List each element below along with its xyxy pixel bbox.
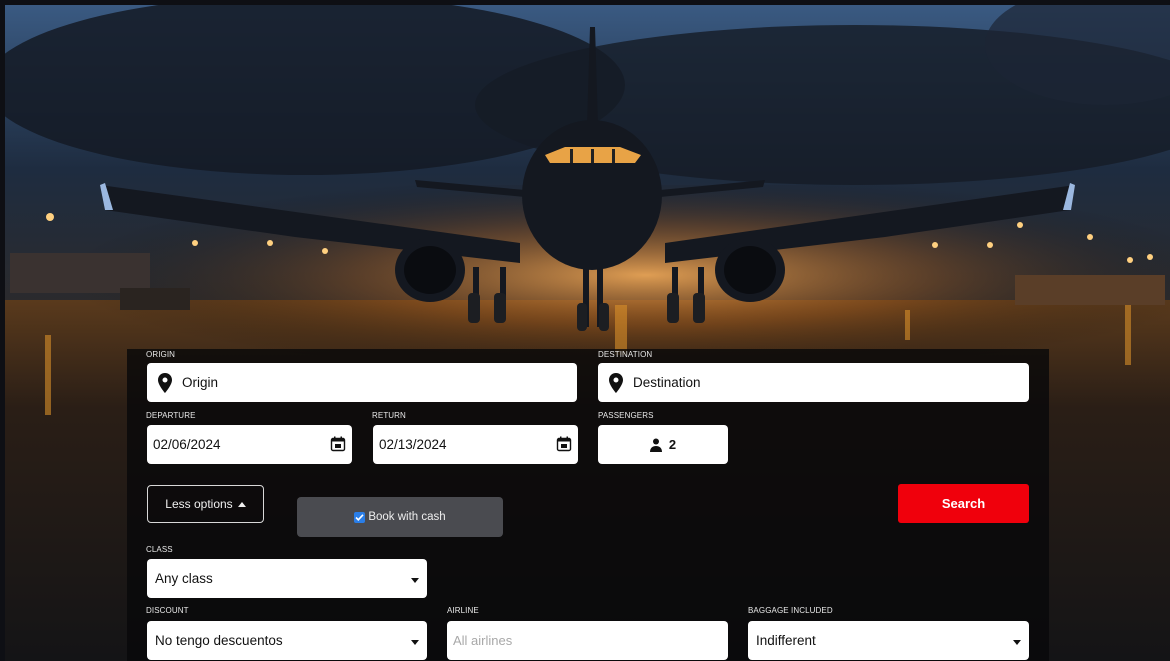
departure-label: DEPARTURE	[146, 411, 196, 420]
destination-input[interactable]: Destination	[598, 363, 1029, 402]
origin-label: ORIGIN	[146, 350, 176, 359]
discount-select-value: No tengo descuentos	[155, 633, 283, 648]
return-date-value: 02/13/2024	[379, 437, 447, 452]
search-button[interactable]: Search	[898, 484, 1029, 523]
passengers-input[interactable]: 2	[598, 425, 728, 464]
baggage-select-value: Indifferent	[756, 633, 816, 648]
airline-input[interactable]: All airlines	[447, 621, 728, 660]
chevron-down-icon	[1013, 640, 1021, 645]
airline-input-placeholder: All airlines	[453, 633, 513, 648]
less-options-label: Less options	[165, 497, 233, 511]
book-with-cash-label: Book with cash	[368, 511, 446, 523]
origin-input[interactable]: Origin	[147, 363, 577, 402]
class-select[interactable]: Any class	[147, 559, 427, 598]
passengers-label: PASSENGERS	[598, 411, 654, 420]
class-label: CLASS	[146, 545, 173, 554]
less-options-button[interactable]: Less options	[147, 485, 264, 523]
airline-label: AIRLINE	[447, 606, 479, 615]
calendar-icon[interactable]	[330, 436, 346, 452]
chevron-down-icon	[411, 578, 419, 583]
location-pin-icon	[158, 372, 172, 393]
discount-select[interactable]: No tengo descuentos	[147, 621, 427, 660]
return-date-input[interactable]: 02/13/2024	[373, 425, 578, 464]
baggage-select[interactable]: Indifferent	[748, 621, 1029, 660]
return-label: RETURN	[372, 411, 406, 420]
checkbox-icon[interactable]	[354, 511, 366, 523]
departure-date-input[interactable]: 02/06/2024	[147, 425, 352, 464]
destination-label: DESTINATION	[598, 350, 653, 359]
chevron-down-icon	[411, 640, 419, 645]
caret-up-icon	[237, 501, 246, 507]
class-select-value: Any class	[155, 571, 213, 586]
calendar-icon[interactable]	[556, 436, 572, 452]
origin-input-text: Origin	[182, 375, 219, 390]
baggage-label: BAGGAGE INCLUDED	[748, 606, 833, 615]
person-icon	[649, 438, 662, 452]
passengers-count: 2	[668, 437, 677, 452]
destination-input-text: Destination	[633, 375, 701, 390]
departure-date-value: 02/06/2024	[153, 437, 221, 452]
discount-label: DISCOUNT	[146, 606, 189, 615]
book-with-cash-toggle[interactable]: Book with cash	[297, 497, 503, 537]
location-pin-icon	[609, 372, 623, 393]
